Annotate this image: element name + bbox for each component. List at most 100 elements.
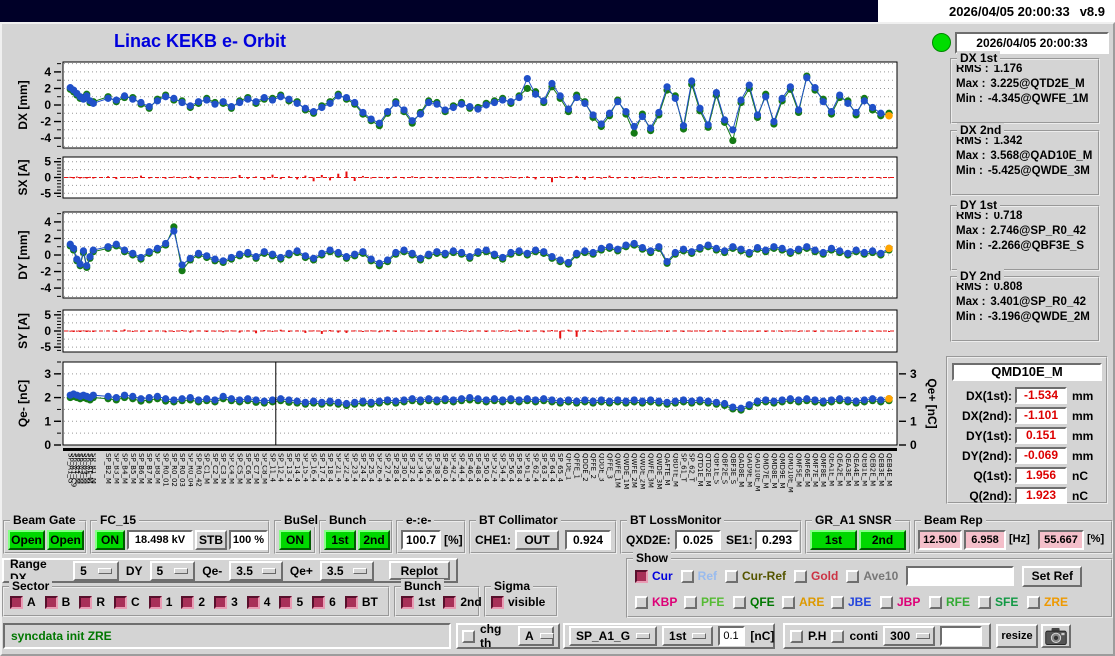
- show-item-rfe[interactable]: RFE: [929, 595, 978, 609]
- resize-button[interactable]: resize: [996, 624, 1038, 648]
- range-dx-select[interactable]: 5: [73, 560, 119, 581]
- interval-select[interactable]: 300: [883, 626, 936, 646]
- fc15-on-button[interactable]: ON: [95, 530, 125, 550]
- sigma-checkbox-visible[interactable]: [491, 595, 504, 609]
- range-qem-select[interactable]: 3.5: [229, 560, 283, 581]
- show-item-are[interactable]: ARE: [782, 595, 831, 609]
- sector-checkbox-r[interactable]: [79, 595, 93, 609]
- sector-checkbox-c[interactable]: [114, 595, 128, 609]
- replot-button[interactable]: Replot: [388, 561, 450, 580]
- sector-label: A: [27, 595, 36, 609]
- svg-text:-2: -2: [40, 115, 51, 129]
- gr-a1-2nd-button[interactable]: 2nd: [859, 530, 906, 550]
- show-item-sfe[interactable]: SFE: [978, 595, 1027, 609]
- threshold-unit-label: [nC]: [750, 629, 775, 643]
- bunch-1st-button[interactable]: 1st: [324, 530, 356, 550]
- sp-bunch-select[interactable]: 1st: [662, 626, 714, 646]
- monitor-axis-label: QTD1E_M: [695, 453, 703, 487]
- show-checkbox-zre[interactable]: [1027, 595, 1040, 609]
- show-item-qfe[interactable]: QFE: [733, 595, 782, 609]
- show-item-kbp[interactable]: KBP: [635, 595, 684, 609]
- show-item-pfe[interactable]: PFE: [684, 595, 733, 609]
- show-checkbox-jbe[interactable]: [831, 595, 844, 609]
- stats-row-value: 2.746@SP_R0_42: [990, 225, 1087, 237]
- sector-item-2[interactable]: 2: [181, 595, 205, 609]
- sector-item-6[interactable]: 6: [312, 595, 336, 609]
- beam-gate-open-1-button[interactable]: Open: [8, 530, 45, 550]
- range-qep-select[interactable]: 3.5: [319, 560, 374, 581]
- monitor-axis-label: SP_36_4: [424, 453, 432, 483]
- bunch-select-checkbox-2nd[interactable]: [443, 595, 457, 609]
- chg-th-select[interactable]: A: [518, 626, 554, 646]
- show-checkbox-qfe[interactable]: [733, 595, 746, 609]
- bunch-select-item-1st[interactable]: 1st: [401, 595, 435, 609]
- show-checkbox-cur-ref[interactable]: [725, 569, 739, 583]
- conti-checkbox[interactable]: [831, 629, 845, 643]
- show-item-gold[interactable]: Gold: [794, 569, 838, 583]
- set-ref-input[interactable]: [906, 566, 1015, 586]
- show-checkbox-ref[interactable]: [680, 569, 694, 583]
- monitor-axis-label: QTD2E_M: [704, 453, 712, 487]
- chg-th-checkbox[interactable]: [462, 629, 475, 643]
- bunch-select-item-2nd[interactable]: 2nd: [443, 595, 482, 609]
- show-checkbox-cur[interactable]: [635, 569, 648, 583]
- range-qem-label: Qe-: [202, 563, 223, 578]
- threshold-input[interactable]: [718, 626, 746, 646]
- svg-text:2: 2: [910, 391, 917, 405]
- show-item-jbp[interactable]: JBP: [880, 595, 929, 609]
- sector-item-b[interactable]: B: [44, 595, 70, 609]
- beam-gate-open-2-button[interactable]: Open: [47, 530, 84, 550]
- sector-item-a[interactable]: A: [10, 595, 36, 609]
- status-message: syncdata init ZRE: [11, 629, 112, 643]
- show-item-ave10[interactable]: Ave10: [846, 569, 898, 583]
- show-item-cur[interactable]: Cur: [635, 569, 673, 583]
- sector-checkbox-1[interactable]: [148, 595, 162, 609]
- ph-checkbox[interactable]: [790, 629, 803, 643]
- show-item-jbe[interactable]: JBE: [831, 595, 880, 609]
- sector-checkbox-bt[interactable]: [344, 595, 358, 609]
- sector-checkbox-6[interactable]: [312, 595, 326, 609]
- show-checkbox-gold[interactable]: [794, 569, 808, 583]
- range-dy-select[interactable]: 5: [149, 560, 196, 581]
- sector-checkbox-2[interactable]: [181, 595, 195, 609]
- bunch-2nd-button[interactable]: 2nd: [358, 530, 390, 550]
- busel-on-button[interactable]: ON: [279, 530, 311, 550]
- bunch-select-checkbox-1st[interactable]: [401, 595, 414, 609]
- show-checkbox-rfe[interactable]: [929, 595, 942, 609]
- che1-out-button[interactable]: OUT: [515, 530, 559, 550]
- orbit-plots[interactable]: 420-2-4DX [mm]50-5SX [A]420-2-4DY [mm]50…: [0, 0, 940, 452]
- fc15-stb-button[interactable]: STB: [195, 530, 227, 550]
- sector-checkbox-b[interactable]: [44, 595, 58, 609]
- snapshot-button[interactable]: [1041, 624, 1071, 648]
- monitor-name[interactable]: QMD10E_M: [952, 363, 1102, 381]
- sector-checkbox-a[interactable]: [10, 595, 23, 609]
- svg-text:-4: -4: [40, 281, 51, 295]
- show-checkbox-kbp[interactable]: [635, 595, 648, 609]
- sector-item-4[interactable]: 4: [246, 595, 270, 609]
- show-checkbox-ave10[interactable]: [846, 569, 860, 583]
- svg-text:0: 0: [44, 98, 51, 112]
- sector-item-3[interactable]: 3: [214, 595, 238, 609]
- set-ref-button[interactable]: Set Ref: [1022, 565, 1083, 587]
- blank-input[interactable]: [940, 626, 983, 646]
- sector-checkbox-3[interactable]: [214, 595, 228, 609]
- show-item-ref[interactable]: Ref: [680, 569, 717, 583]
- sector-item-5[interactable]: 5: [279, 595, 303, 609]
- sector-checkbox-5[interactable]: [279, 595, 293, 609]
- menu-indicator-icon: [352, 567, 367, 574]
- show-checkbox-pfe[interactable]: [684, 595, 697, 609]
- show-item-cur-ref[interactable]: Cur-Ref: [725, 569, 786, 583]
- sector-checkbox-4[interactable]: [246, 595, 260, 609]
- show-checkbox-jbp[interactable]: [880, 595, 893, 609]
- monitor-axis-label: QBF3E_S: [728, 453, 736, 485]
- sector-item-1[interactable]: 1: [148, 595, 172, 609]
- show-checkbox-are[interactable]: [782, 595, 795, 609]
- sp-monitor-select[interactable]: SP_A1_G: [569, 626, 658, 646]
- sector-item-r[interactable]: R: [79, 595, 105, 609]
- gr-a1-1st-button[interactable]: 1st: [810, 530, 857, 550]
- sigma-item-visible[interactable]: visible: [491, 595, 545, 609]
- sector-item-c[interactable]: C: [114, 595, 140, 609]
- show-checkbox-sfe[interactable]: [978, 595, 991, 609]
- show-item-zre[interactable]: ZRE: [1027, 595, 1076, 609]
- sector-item-bt[interactable]: BT: [344, 595, 378, 609]
